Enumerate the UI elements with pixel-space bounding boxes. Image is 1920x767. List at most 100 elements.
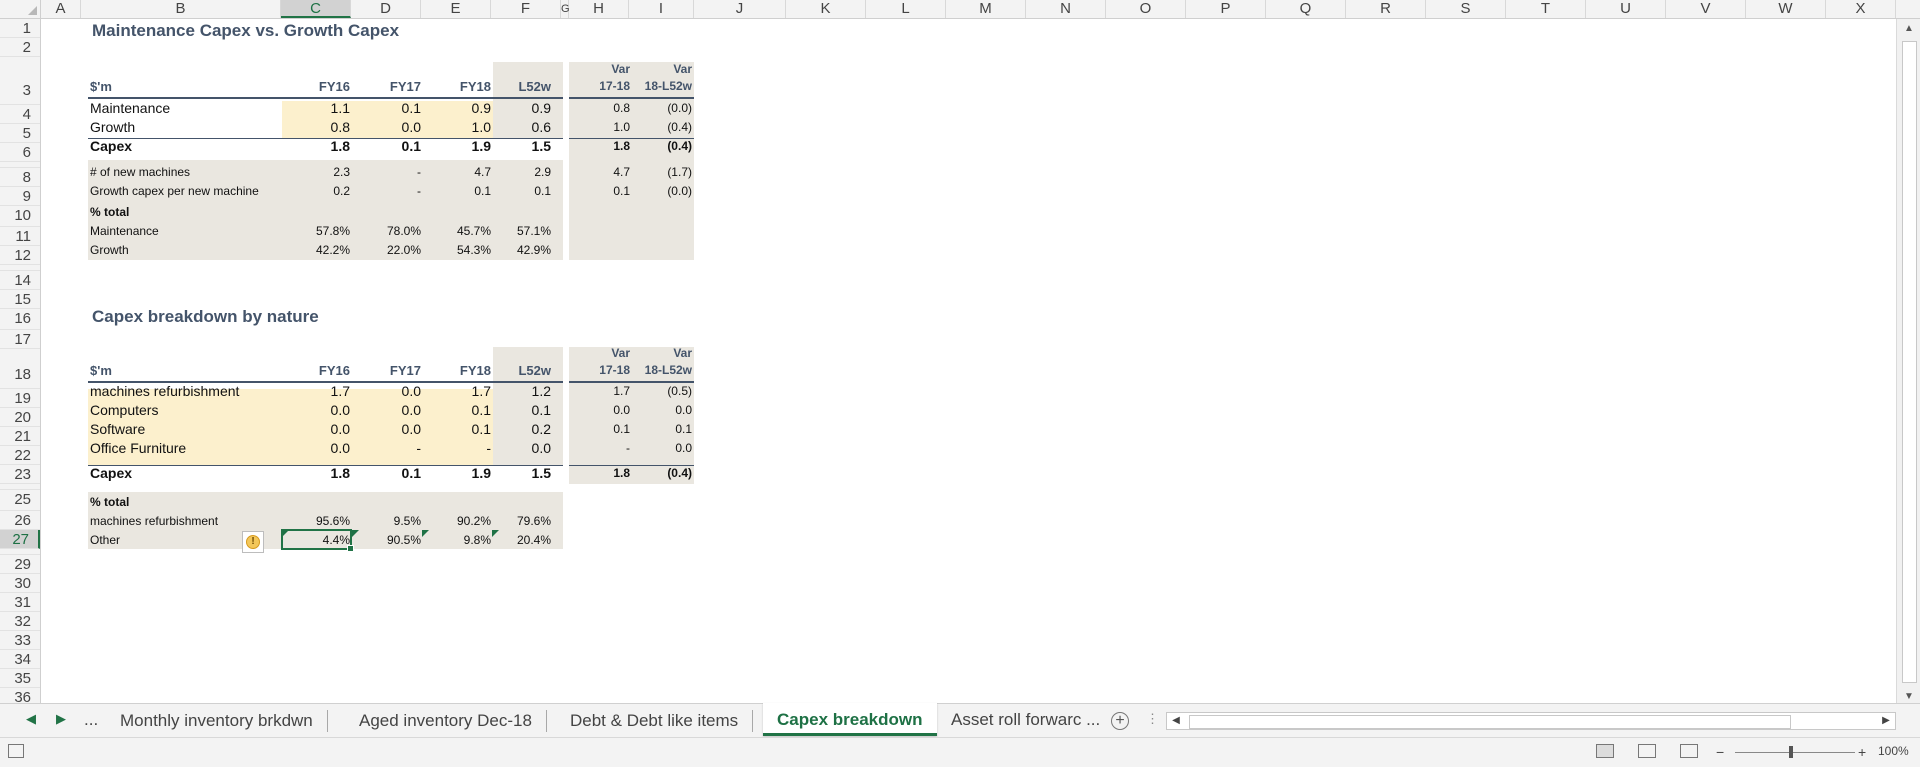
column-header-R[interactable]: R [1346, 0, 1426, 18]
section2-var-cell: 0.0 [675, 441, 692, 455]
column-header-B[interactable]: B [81, 0, 281, 18]
column-header-W[interactable]: W [1746, 0, 1826, 18]
row-header-3[interactable]: 3 [0, 57, 40, 105]
column-header-E[interactable]: E [421, 0, 491, 18]
error-indicator-triangle[interactable] [492, 530, 499, 537]
section2-total-cell: 1.5 [531, 465, 551, 481]
zoom-slider[interactable] [1735, 752, 1855, 753]
row-header-32[interactable]: 32 [0, 612, 40, 631]
section1-sub-label: # of new machines [90, 165, 191, 179]
horizontal-scrollbar[interactable]: ◀ ▶ [1166, 712, 1896, 730]
vertical-scroll-thumb[interactable] [1902, 41, 1917, 683]
macro-record-icon[interactable] [8, 744, 24, 758]
row-header-15[interactable]: 15 [0, 290, 40, 309]
column-header-G[interactable]: G [561, 0, 570, 18]
row-header-21[interactable]: 21 [0, 427, 40, 446]
column-header-F[interactable]: F [491, 0, 561, 18]
section1-cell: 0.1 [401, 100, 421, 116]
row-header-10[interactable]: 10 [0, 206, 40, 227]
column-header-C[interactable]: C [281, 0, 351, 18]
column-header-S[interactable]: S [1426, 0, 1506, 18]
row-header-36[interactable]: 36 [0, 688, 40, 703]
error-indicator-triangle[interactable] [422, 530, 429, 537]
section1-pct-cell: 78.0% [386, 224, 421, 238]
column-header-J[interactable]: J [694, 0, 786, 18]
column-header-X[interactable]: X [1826, 0, 1896, 18]
error-indicator-triangle[interactable] [352, 530, 359, 537]
error-warning-button[interactable]: ! [242, 531, 264, 553]
column-header-A[interactable]: A [41, 0, 81, 18]
zoom-out-button[interactable]: − [1716, 744, 1724, 760]
row-header-8[interactable]: 8 [0, 168, 40, 187]
section2-cell: 0.0 [401, 383, 421, 399]
row-header-17[interactable]: 17 [0, 330, 40, 349]
add-sheet-button[interactable]: + [1111, 712, 1129, 730]
row-header-4[interactable]: 4 [0, 105, 40, 124]
column-header-O[interactable]: O [1106, 0, 1186, 18]
zoom-slider-thumb[interactable] [1789, 746, 1793, 758]
row-header-23[interactable]: 23 [0, 465, 40, 484]
column-header-I[interactable]: I [629, 0, 694, 18]
row-header-31[interactable]: 31 [0, 593, 40, 612]
row-header-14[interactable]: 14 [0, 271, 40, 290]
column-header-T[interactable]: T [1506, 0, 1586, 18]
column-header-N[interactable]: N [1026, 0, 1106, 18]
row-header-19[interactable]: 19 [0, 389, 40, 408]
sheet-tab-bar: ◀ ▶ ... Monthly inventory brkdwn Aged in… [0, 703, 1920, 738]
worksheet-grid[interactable]: Maintenance Capex vs. Growth Capex $'m F… [41, 19, 1896, 703]
row-header-34[interactable]: 34 [0, 650, 40, 669]
row-header-35[interactable]: 35 [0, 669, 40, 688]
row-header-11[interactable]: 11 [0, 227, 40, 246]
page-layout-view-icon[interactable] [1638, 744, 1656, 758]
row-header-27[interactable]: 27 [0, 530, 40, 549]
row-header-18[interactable]: 18 [0, 349, 40, 389]
row-header-16[interactable]: 16 [0, 309, 40, 330]
tab-capex-breakdown[interactable]: Capex breakdown [763, 703, 937, 736]
tab-splitter-icon[interactable]: ⋮ [1146, 711, 1159, 727]
row-header-33[interactable]: 33 [0, 631, 40, 650]
tab-monthly-inventory-brkdwn[interactable]: Monthly inventory brkdwn [106, 710, 328, 732]
row-header-29[interactable]: 29 [0, 555, 40, 574]
tab-aged-inventory-dec-18[interactable]: Aged inventory Dec-18 [345, 710, 547, 732]
scroll-right-icon[interactable]: ▶ [1877, 713, 1895, 729]
scroll-up-icon[interactable]: ▲ [1897, 19, 1920, 39]
section1-sub-cell: 0.2 [333, 184, 350, 198]
column-header-L[interactable]: L [866, 0, 946, 18]
row-header-20[interactable]: 20 [0, 408, 40, 427]
column-header-P[interactable]: P [1186, 0, 1266, 18]
row-header-6[interactable]: 6 [0, 143, 40, 162]
row-header-30[interactable]: 30 [0, 574, 40, 593]
row-header-22[interactable]: 22 [0, 446, 40, 465]
scroll-left-icon[interactable]: ◀ [1167, 713, 1185, 729]
section2-total-cell: 0.1 [401, 465, 421, 481]
normal-view-icon[interactable] [1596, 744, 1614, 758]
vertical-scrollbar[interactable]: ▲ ▼ [1896, 19, 1920, 709]
column-header-D[interactable]: D [351, 0, 421, 18]
row-header-2[interactable]: 2 [0, 38, 40, 57]
column-header-U[interactable]: U [1586, 0, 1666, 18]
column-header-Q[interactable]: Q [1266, 0, 1346, 18]
row-header-5[interactable]: 5 [0, 124, 40, 143]
tab-scroll-left-icon[interactable]: ◀ [26, 711, 36, 727]
tab-asset-roll-forward[interactable]: Asset roll forwarc ... [937, 704, 1114, 736]
column-header-V[interactable]: V [1666, 0, 1746, 18]
row-header-26[interactable]: 26 [0, 511, 40, 530]
zoom-in-button[interactable]: + [1858, 744, 1866, 760]
section1-pct-cell: 42.2% [315, 243, 350, 257]
selected-cell[interactable] [281, 529, 354, 552]
column-header-M[interactable]: M [946, 0, 1026, 18]
row-header-1[interactable]: 1 [0, 19, 40, 38]
page-break-view-icon[interactable] [1680, 744, 1698, 758]
tab-debt-and-debt-like-items[interactable]: Debt & Debt like items [556, 710, 754, 732]
row-header-12[interactable]: 12 [0, 246, 40, 265]
section1-total-cell: 1.5 [531, 138, 551, 154]
select-all-button[interactable] [0, 0, 41, 18]
tab-scroll-right-icon[interactable]: ▶ [56, 711, 66, 727]
row-header-25[interactable]: 25 [0, 490, 40, 511]
column-header-H[interactable]: H [569, 0, 629, 18]
horizontal-scroll-thumb[interactable] [1189, 715, 1791, 729]
column-header-K[interactable]: K [786, 0, 866, 18]
section1-total-cell: 1.9 [471, 138, 491, 154]
zoom-level[interactable]: 100% [1878, 744, 1909, 758]
row-header-9[interactable]: 9 [0, 187, 40, 206]
